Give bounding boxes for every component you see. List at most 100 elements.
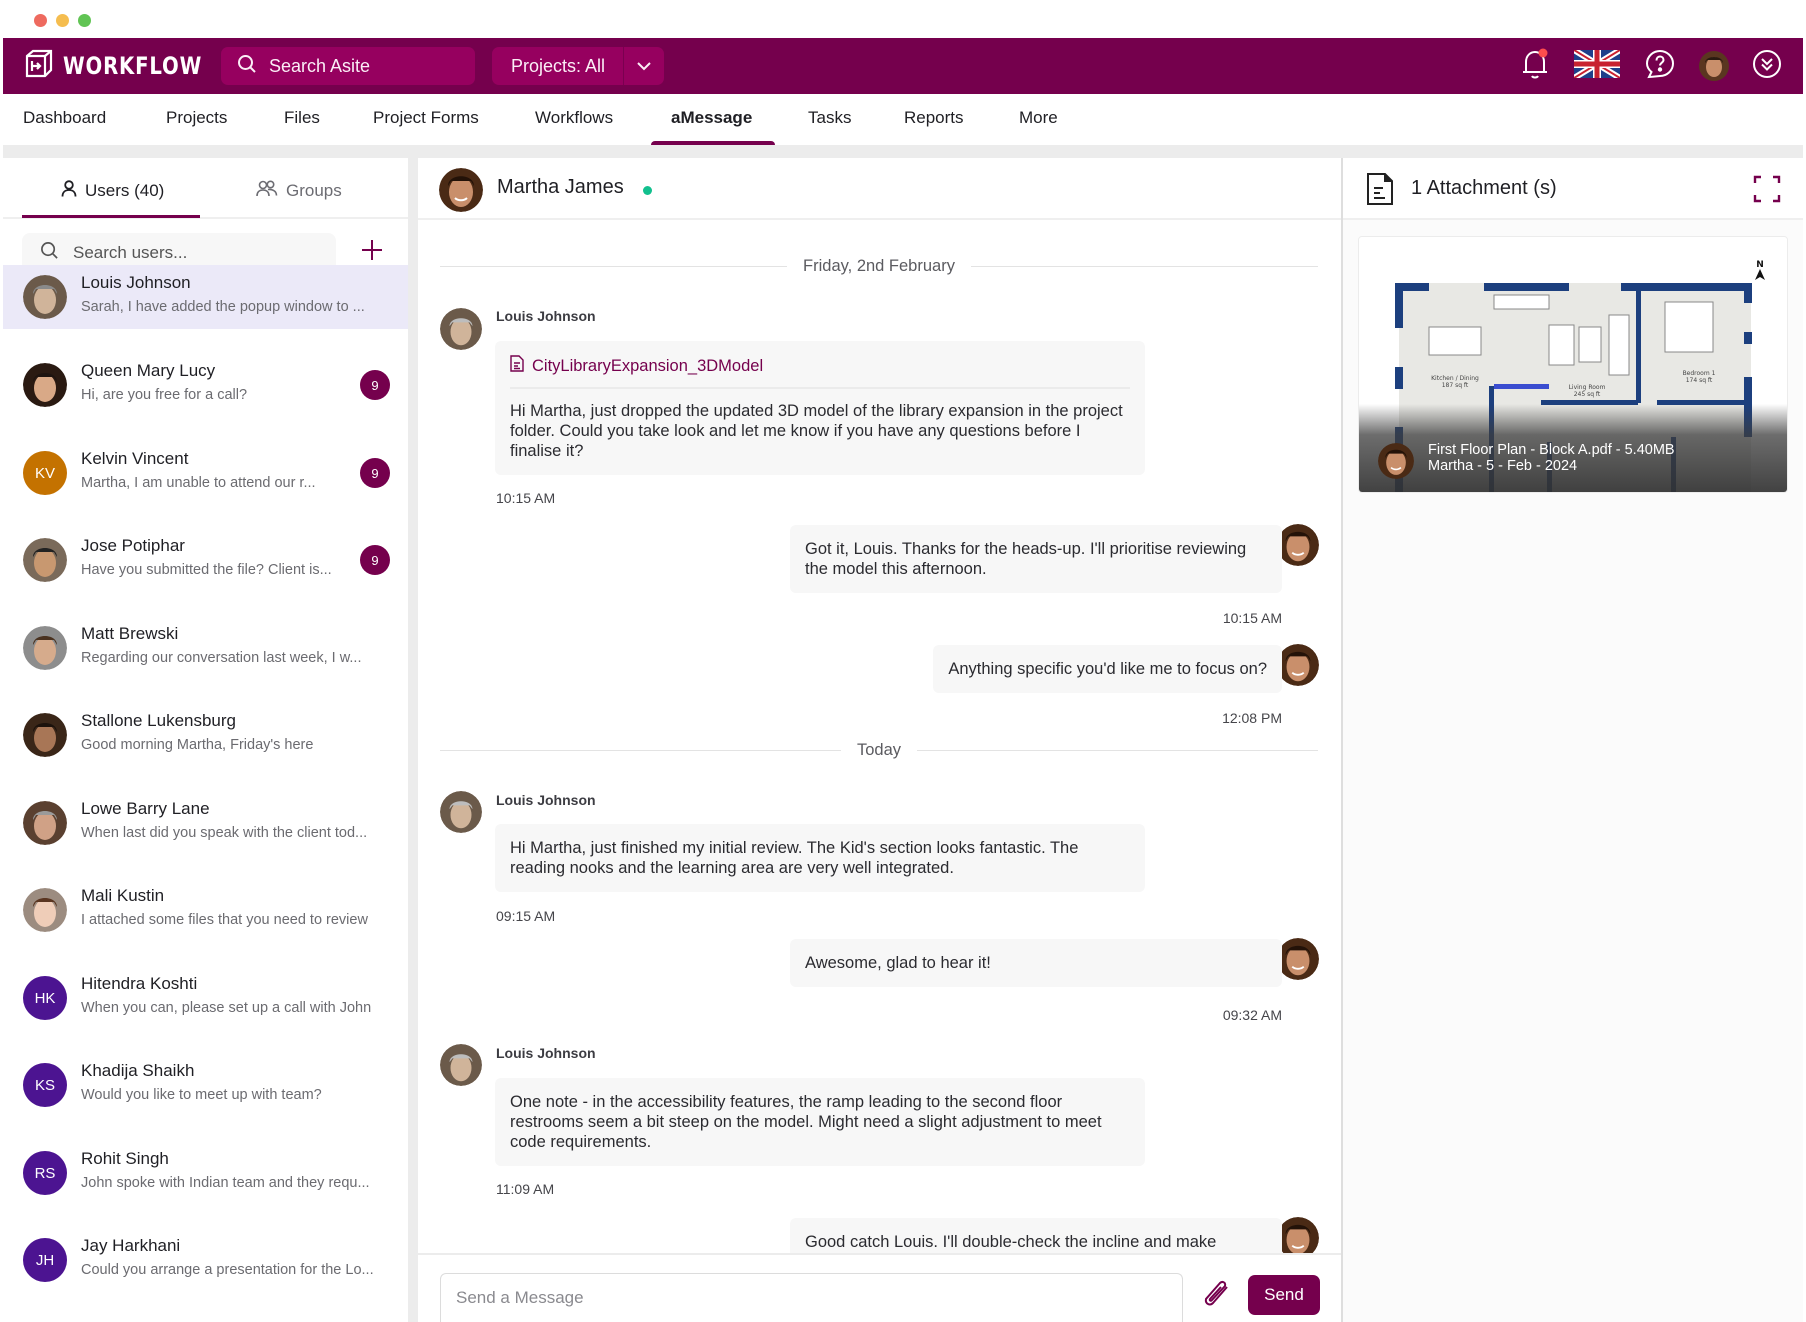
attachment-card[interactable]: Kitchen / Dining 187 sq ft Living Room 2…: [1358, 236, 1788, 493]
message-timestamp: 09:32 AM: [1222, 1007, 1282, 1023]
contact-list-item[interactable]: JH Jay Harkhani Could you arrange a presen…: [3, 1228, 408, 1292]
sender-avatar: [440, 1044, 482, 1086]
contact-name: Stallone Lukensburg: [81, 711, 237, 730]
contact-name: Kelvin Vincent: [81, 449, 189, 468]
active-tab-indicator: [22, 215, 200, 218]
group-icon: [256, 180, 278, 202]
nav-reports[interactable]: Reports: [904, 108, 964, 128]
more-options-button[interactable]: [1750, 48, 1784, 84]
contact-list-item[interactable]: Stallone Lukensburg Good morning Martha, …: [3, 703, 408, 767]
own-avatar: [1277, 644, 1319, 686]
message-input[interactable]: Send a Message: [440, 1273, 1183, 1322]
contact-name: Queen Mary Lucy: [81, 361, 216, 380]
help-button[interactable]: [1643, 48, 1677, 84]
contact-list-item[interactable]: Jose Potiphar Have you submitted the file…: [3, 528, 408, 592]
attach-file-button[interactable]: [1197, 1275, 1237, 1315]
chevron-double-down-icon: [1752, 49, 1782, 84]
nav-files[interactable]: Files: [284, 108, 320, 128]
user-avatar[interactable]: [1698, 48, 1730, 84]
contact-list-item[interactable]: Lowe Barry Lane When last did you speak w…: [3, 791, 408, 855]
contact-list-item[interactable]: Louis Johnson Sarah, I have added the pop…: [3, 265, 408, 329]
divider: [440, 265, 788, 267]
top-header: WORKFLOW Search Asite Projects: All: [3, 38, 1803, 94]
file-attachment-link[interactable]: CityLibraryExpansion_3DModel: [510, 355, 1130, 389]
unread-count-badge: 9: [360, 458, 390, 488]
own-avatar: [1277, 524, 1319, 566]
contact-last-message: Hi, are you free for a call?: [81, 387, 248, 403]
search-users-placeholder: Search users...: [73, 243, 188, 262]
room-label: Bedroom 1: [1683, 370, 1716, 377]
sender-avatar: [440, 308, 482, 350]
contact-avatar: [23, 363, 67, 407]
message-text: Awesome, glad to hear it!: [805, 954, 991, 972]
tab-users[interactable]: Users (40): [61, 180, 164, 202]
chevron-down-icon[interactable]: [624, 61, 664, 71]
nav-dashboard[interactable]: Dashboard: [23, 108, 106, 128]
online-status-indicator: [643, 186, 652, 195]
main-nav: Dashboard Projects Files Project Forms W…: [3, 94, 1803, 146]
add-user-button[interactable]: [357, 237, 387, 267]
search-placeholder: Search Asite: [269, 55, 371, 76]
file-icon: [510, 355, 524, 377]
message-timestamp: 10:15 AM: [1222, 610, 1282, 626]
own-avatar: [1277, 938, 1319, 980]
nav-tasks[interactable]: Tasks: [808, 108, 851, 128]
date-label: Today: [856, 740, 902, 759]
logo-text: WORKFLOW: [63, 52, 203, 80]
user-icon: [61, 180, 77, 202]
contact-name: Khadija Shaikh: [81, 1061, 195, 1080]
app-logo[interactable]: WORKFLOW: [23, 49, 233, 82]
nav-more[interactable]: More: [1019, 108, 1058, 128]
message-text: Anything specific you'd like me to focus…: [948, 660, 1267, 678]
minimize-window-button[interactable]: [56, 14, 69, 27]
attachment-filename: First Floor Plan - Block A.pdf - 5.40MB: [1428, 442, 1675, 458]
chat-panel: Martha James Friday, 2nd February Today Lo…: [418, 158, 1341, 1322]
contacts-panel: Users (40) Groups Search users... Louis …: [3, 158, 408, 1322]
document-icon: [1366, 172, 1394, 211]
nav-projects[interactable]: Projects: [166, 108, 227, 128]
close-window-button[interactable]: [34, 14, 47, 27]
projects-dropdown[interactable]: Projects: All: [492, 47, 664, 85]
contact-avatar: [23, 888, 67, 932]
expand-icon[interactable]: [1753, 175, 1781, 203]
global-search-input[interactable]: Search Asite: [221, 47, 475, 85]
contact-list-item[interactable]: KS Khadija Shaikh Would you like to meet u…: [3, 1053, 408, 1117]
send-button[interactable]: Send: [1248, 1275, 1320, 1315]
contact-name: Hitendra Koshti: [81, 974, 198, 993]
contact-list-item[interactable]: RS Rohit Singh John spoke with Indian team…: [3, 1141, 408, 1205]
contact-avatar: [23, 626, 67, 670]
chat-header: Martha James: [418, 158, 1341, 220]
contact-list-item[interactable]: KV Kelvin Vincent Martha, I am unable to a…: [3, 441, 408, 505]
room-label: Living Room: [1569, 384, 1606, 391]
tab-groups[interactable]: Groups: [256, 180, 342, 202]
contact-list-item[interactable]: HK Hitendra Koshti When you can, please se…: [3, 966, 408, 1030]
contact-list-item[interactable]: Queen Mary Lucy Hi, are you free for a ca…: [3, 353, 408, 417]
contacts-scrollbar[interactable]: [408, 158, 418, 1322]
nav-project-forms[interactable]: Project Forms: [373, 108, 479, 128]
date-separator: Friday, 2nd February: [440, 255, 1318, 277]
notifications-button[interactable]: [1517, 48, 1553, 84]
message-timestamp: 12:08 PM: [1222, 710, 1282, 726]
chat-contact-avatar[interactable]: [439, 168, 483, 212]
contact-avatar: RS: [23, 1151, 67, 1195]
unread-count-badge: 9: [360, 370, 390, 400]
contact-last-message: John spoke with Indian team and they req…: [81, 1175, 370, 1191]
contact-last-message: Have you submitted the file? Client is..…: [81, 562, 332, 578]
contact-avatar: KS: [23, 1063, 67, 1107]
contact-list-item[interactable]: Matt Brewski Regarding our conversation l…: [3, 616, 408, 680]
attachments-header: 1 Attachment (s): [1343, 158, 1803, 220]
maximize-window-button[interactable]: [78, 14, 91, 27]
contacts-tabs: Users (40) Groups: [3, 158, 408, 219]
date-separator: Today: [440, 739, 1318, 761]
contact-avatar: [23, 801, 67, 845]
attachment-meta: Martha - 5 - Feb - 2024: [1428, 458, 1578, 474]
contact-avatar: KV: [23, 451, 67, 495]
language-selector[interactable]: [1572, 46, 1622, 84]
window-titlebar: [0, 0, 1806, 38]
nav-workflows[interactable]: Workflows: [535, 108, 613, 128]
nav-amessage[interactable]: aMessage: [671, 108, 752, 128]
message-composer: Send a Message Send: [418, 1253, 1341, 1322]
contact-list-item[interactable]: Mali Kustin I attached some files that yo…: [3, 878, 408, 942]
contact-avatar: [23, 713, 67, 757]
message-text: Good catch Louis. I'll double-check the …: [805, 1233, 1217, 1251]
